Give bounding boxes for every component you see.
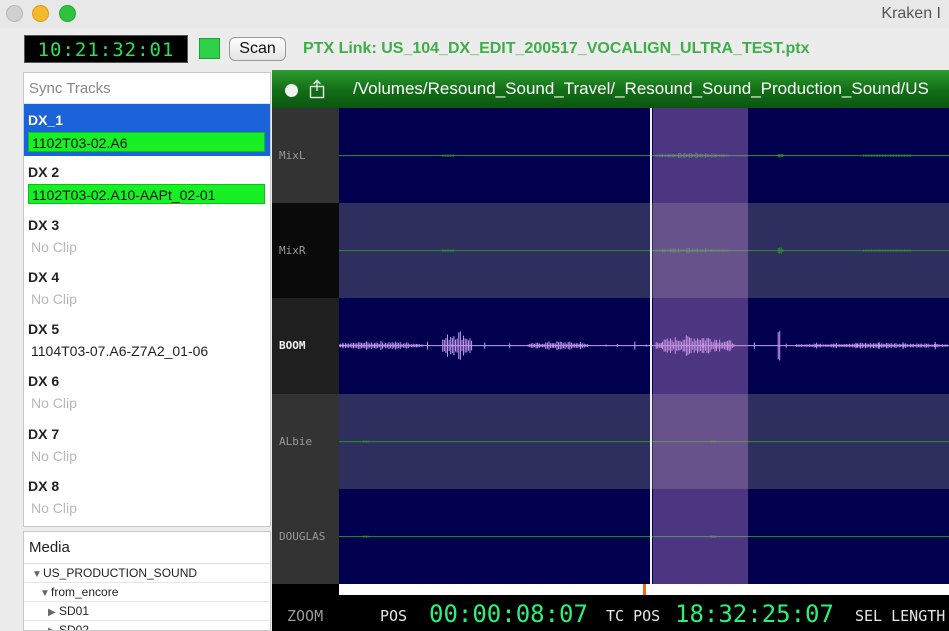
media-tree-label: from_encore (51, 585, 119, 599)
media-panel: Media ▼US_PRODUCTION_SOUND ▼from_encore ▶ S… (23, 531, 271, 631)
sync-track-name: DX 5 (28, 321, 60, 338)
media-tree-label: SD02 (59, 623, 90, 631)
waveform-window: /Volumes/Resound_Sound_Travel/_Resound_S… (272, 70, 949, 631)
lane-waveform (339, 331, 949, 361)
disclosure-closed-icon[interactable]: ▶ (48, 603, 59, 622)
sync-track-name: DX 7 (28, 425, 60, 442)
lane-waveform-area[interactable] (339, 298, 949, 394)
sync-track-name: DX 2 (28, 164, 60, 181)
disclosure-open-icon[interactable]: ▼ (32, 565, 43, 584)
sync-track-list: DX_1 1102T03-02.A6 DX 2 1102T03-02.A10-AAPt… (24, 104, 270, 522)
sync-track-name: DX 6 (28, 373, 60, 390)
ptx-link-label: PTX Link: US_104_DX_EDIT_200517_VOCALIGN… (303, 40, 810, 57)
sync-track-clip[interactable]: No Clip (28, 237, 265, 257)
tc-pos-value: 18:32:25:07 (675, 600, 834, 628)
waveform-lane[interactable]: MixL (272, 108, 949, 204)
sync-track-name: DX_1 (28, 112, 64, 128)
lane-waveform-area[interactable] (339, 393, 949, 489)
media-file-path: /Volumes/Resound_Sound_Travel/_Resound_S… (353, 79, 929, 98)
media-header: Media (24, 532, 270, 564)
lane-waveform-area[interactable] (339, 488, 949, 584)
sync-track-clip[interactable]: No Clip (28, 289, 265, 309)
waveform-title-bar: /Volumes/Resound_Sound_Travel/_Resound_S… (272, 70, 949, 108)
media-tree-label: SD01 (59, 604, 90, 618)
record-dot-icon[interactable] (285, 84, 298, 97)
sync-track-row[interactable]: DX 4 No Clip (24, 261, 270, 313)
lane-label[interactable]: DOUGLAS (272, 488, 339, 584)
media-tree: ▼US_PRODUCTION_SOUND▼from_encore▶SD01▶SD… (24, 564, 270, 631)
sync-track-name: DX 3 (28, 216, 60, 233)
transport-bar: ZOOM POS 00:00:08:07 TC POS 18:32:25:07 … (272, 595, 949, 631)
lane-label[interactable]: BOOM (272, 298, 339, 394)
playhead[interactable] (650, 108, 653, 584)
share-icon[interactable] (308, 79, 326, 99)
sync-track-row[interactable]: DX 7 No Clip (24, 418, 270, 470)
sync-track-row[interactable]: DX 8 No Clip (24, 470, 270, 522)
close-window-button[interactable] (6, 5, 23, 22)
title-bar: Kraken I (0, 0, 949, 28)
window-title: Kraken I (881, 5, 941, 22)
waveform-lane[interactable]: ALbie (272, 393, 949, 489)
sync-track-clip[interactable]: No Clip (28, 393, 265, 413)
sync-tracks-panel: Sync Tracks DX_1 1102T03-02.A6 DX 2 1102T03… (23, 72, 271, 527)
sync-track-name: DX 4 (28, 268, 60, 285)
lane-waveform (339, 535, 949, 538)
ruler-position-marker[interactable] (643, 584, 646, 595)
sync-track-clip[interactable]: 1104T03-07.A6-Z7A2_01-06 (28, 341, 265, 361)
sync-status-indicator (199, 38, 220, 59)
lane-label[interactable]: MixL (272, 108, 339, 204)
lane-waveform (339, 440, 949, 443)
media-tree-item[interactable]: ▶ SD01 (24, 602, 270, 621)
tc-pos-label: TC POS (606, 607, 661, 625)
time-selection[interactable] (652, 108, 748, 584)
pos-label: POS (380, 607, 408, 625)
disclosure-closed-icon[interactable]: ▶ (48, 622, 59, 630)
lane-waveform-area[interactable] (339, 203, 949, 299)
timecode-display: 10:21:32:01 (24, 35, 188, 63)
pos-value: 00:00:08:07 (429, 600, 588, 628)
sync-track-row[interactable]: DX 2 1102T03-02.A10-AAPt_02-01 (24, 156, 270, 208)
media-tree-item[interactable]: ▶SD02 (24, 621, 270, 631)
media-tree-item[interactable]: ▼US_PRODUCTION_SOUND (24, 564, 270, 583)
sync-track-row[interactable]: DX 5 1104T03-07.A6-Z7A2_01-06 (24, 313, 270, 365)
sel-length-label: SEL LENGTH (855, 607, 946, 625)
minimize-window-button[interactable] (32, 5, 49, 22)
media-tree-item[interactable]: ▼from_encore (24, 583, 270, 602)
sync-track-clip[interactable]: No Clip (28, 498, 265, 518)
sync-track-name: DX 8 (28, 478, 60, 495)
lane-waveform (339, 152, 949, 159)
timeline-ruler[interactable] (339, 584, 949, 595)
disclosure-open-icon[interactable]: ▼ (40, 584, 51, 603)
sync-track-clip[interactable]: 1102T03-02.A6 (28, 132, 265, 152)
lane-label[interactable]: MixR (272, 203, 339, 299)
sync-tracks-header: Sync Tracks (24, 73, 270, 104)
zoom-window-button[interactable] (59, 5, 76, 22)
scan-button[interactable]: Scan (229, 37, 286, 61)
waveform-lane[interactable]: DOUGLAS (272, 488, 949, 584)
lane-label[interactable]: ALbie (272, 393, 339, 489)
zoom-label[interactable]: ZOOM (287, 607, 323, 625)
media-tree-label: US_PRODUCTION_SOUND (43, 566, 198, 580)
lane-waveform-area[interactable] (339, 108, 949, 204)
sync-track-clip[interactable]: 1102T03-02.A10-AAPt_02-01 (28, 184, 265, 205)
sync-track-row[interactable]: DX 6 No Clip (24, 365, 270, 417)
sync-track-row[interactable]: DX 3 No Clip (24, 209, 270, 261)
lane-waveform (339, 247, 949, 255)
waveform-lanes[interactable]: MixL MixR BOOM ALbie DOUGLAS (272, 108, 949, 584)
sync-track-clip[interactable]: No Clip (28, 446, 265, 466)
sync-track-row[interactable]: DX_1 1102T03-02.A6 (24, 104, 270, 157)
waveform-lane[interactable]: BOOM (272, 298, 949, 394)
waveform-lane[interactable]: MixR (272, 203, 949, 299)
